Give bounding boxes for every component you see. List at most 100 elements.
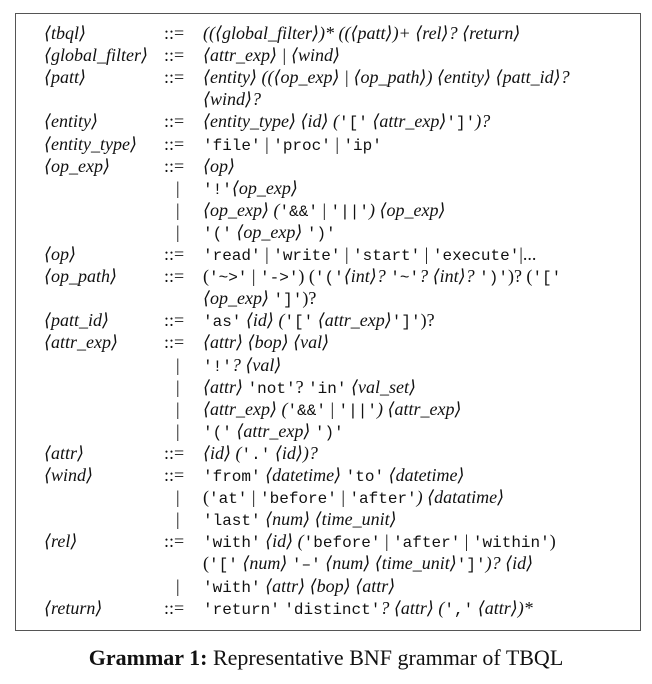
symbol: ⟨op_exp⟩ <box>231 177 298 198</box>
production-operator: | <box>176 376 180 397</box>
symbol: ? ⟨int⟩? <box>419 266 480 287</box>
terminal: ']' <box>456 556 486 575</box>
production-rhs: ⟨attr⟩ 'not'? 'in' ⟨val_set⟩ <box>203 376 416 400</box>
symbol: ⟨op_exp⟩ <box>203 288 274 309</box>
terminal: 'proc' <box>273 136 331 155</box>
symbol: ⟨id⟩ ( <box>241 310 285 331</box>
production-operator: | <box>176 487 180 508</box>
symbol: )? ( <box>507 266 533 287</box>
symbol: ⟨attr⟩ ⟨bop⟩ ⟨val⟩ <box>203 332 330 353</box>
symbol: ? ⟨attr⟩ ( <box>380 597 445 618</box>
terminal: 'within' <box>472 534 550 553</box>
symbol: ⟨attr_exp⟩ <box>367 111 447 132</box>
production-rhs: ⟨op⟩ <box>203 155 235 177</box>
symbol: ⟨id⟩ ( <box>203 442 242 463</box>
symbol: ⟨datetime⟩ <box>260 465 346 485</box>
terminal: 'from' <box>203 468 261 486</box>
symbol: ⟨attr⟩ ⟨bop⟩ ⟨attr⟩ <box>260 575 396 596</box>
symbol: ⟨attr⟩ <box>203 376 248 397</box>
production-operator: | <box>176 398 180 419</box>
nonterminal: ⟨patt⟩ <box>44 67 87 88</box>
production-operator: | <box>176 199 180 220</box>
production-rhs: ('[' ⟨num⟩ '–' ⟨num⟩ ⟨time_unit⟩']')? ⟨i… <box>203 552 533 576</box>
caption: Grammar 1: Representative BNF grammar of… <box>0 643 652 673</box>
symbol: ⟨id⟩ ( <box>260 531 304 552</box>
symbol: )? <box>475 111 491 132</box>
terminal: ')' <box>479 269 508 288</box>
terminal: '(' <box>203 224 232 243</box>
nonterminal: ⟨global_filter⟩ <box>44 45 149 66</box>
terminal: '[' <box>209 556 238 575</box>
production-rhs: '(' ⟨attr_exp⟩ ')' <box>203 420 344 444</box>
terminal: 'after' <box>393 534 461 553</box>
symbol: ) ( <box>298 266 315 287</box>
production-rhs: ⟨entity_type⟩ ⟨id⟩ ('[' ⟨attr_exp⟩']')? <box>203 110 490 134</box>
terminal: ')' <box>306 224 336 243</box>
symbol: |... <box>519 244 537 264</box>
production-rhs: 'return' 'distinct'? ⟨attr⟩ (',' ⟨attr⟩)… <box>203 597 533 621</box>
symbol: ⟨entity_type⟩ ⟨id⟩ ( <box>203 111 340 132</box>
symbol: ⟨attr_exp⟩ <box>313 310 392 331</box>
terminal: ']' <box>391 313 421 332</box>
production-rhs: 'from' ⟨datetime⟩ 'to' ⟨datetime⟩ <box>203 464 465 488</box>
production-rhs: 'as' ⟨id⟩ ('[' ⟨attr_exp⟩']')? <box>203 309 435 333</box>
symbol: | <box>325 398 339 419</box>
terminal: '(' <box>314 269 344 288</box>
production-operator: ::= <box>164 155 185 176</box>
terminal: 'start' <box>353 247 421 265</box>
nonterminal: ⟨rel⟩ <box>44 531 78 552</box>
terminal: '||' <box>338 401 377 420</box>
symbol: )? <box>420 310 435 331</box>
symbol: ⟨num⟩ <box>237 553 292 574</box>
production-operator: | <box>176 509 180 530</box>
terminal: 'distinct' <box>284 600 381 619</box>
symbol: ⟨attr_exp⟩ | ⟨wind⟩ <box>203 45 341 66</box>
symbol: ⟨op_exp⟩ <box>231 221 307 242</box>
terminal: ']' <box>273 291 303 310</box>
terminal: '(' <box>203 423 232 442</box>
production-operator: ::= <box>164 531 185 552</box>
terminal: 'write' <box>273 247 341 265</box>
production-rhs: ⟨attr_exp⟩ ('&&' | '||') ⟨attr_exp⟩ <box>203 398 461 422</box>
symbol: | <box>317 199 331 220</box>
production-operator: | <box>176 575 180 596</box>
production-rhs: ((⟨global_filter⟩)* ((⟨patt⟩)+ ⟨rel⟩? ⟨r… <box>203 22 520 44</box>
symbol: ⟨attr_exp⟩ ( <box>203 398 288 419</box>
production-operator: | <box>176 354 180 375</box>
production-rhs: ('at' | 'before' | 'after') ⟨datatime⟩ <box>203 486 504 510</box>
production-rhs: ⟨wind⟩? <box>203 88 261 110</box>
production-rhs: 'last' ⟨num⟩ ⟨time_unit⟩ <box>203 508 397 532</box>
symbol: | <box>247 487 261 508</box>
symbol: | <box>330 133 344 154</box>
nonterminal: ⟨entity⟩ <box>44 111 99 132</box>
production-operator: ::= <box>164 244 185 264</box>
production-operator: | <box>176 221 180 242</box>
terminal: 'at' <box>209 490 248 509</box>
symbol: ) <box>549 531 556 552</box>
nonterminal: ⟨op⟩ <box>44 244 77 264</box>
terminal: '~>' <box>209 269 248 288</box>
production-operator: ::= <box>164 133 185 154</box>
symbol: ⟨op_exp⟩ ( <box>203 199 280 220</box>
production-rhs: 'read' | 'write' | 'start' | 'execute'|.… <box>203 243 536 267</box>
nonterminal: ⟨return⟩ <box>44 597 103 618</box>
production-rhs: ⟨op_exp⟩ ']')? <box>203 287 316 311</box>
symbol: ⟨op⟩ <box>203 155 236 176</box>
symbol: ⟨num⟩ ⟨time_unit⟩ <box>320 553 457 574</box>
production-rhs: '!'⟨op_exp⟩ <box>203 177 298 201</box>
terminal: 'after' <box>349 490 417 509</box>
production-rhs: ('~>' | '->') ('('⟨int⟩? '~'? ⟨int⟩? ')'… <box>203 265 561 289</box>
production-rhs: '(' ⟨op_exp⟩ ')' <box>203 221 336 245</box>
terminal: '–' <box>291 556 321 575</box>
production-rhs: ⟨attr⟩ ⟨bop⟩ ⟨val⟩ <box>203 331 329 353</box>
symbol: ) ⟨attr_exp⟩ <box>376 398 462 419</box>
production-operator: ::= <box>164 23 185 43</box>
symbol: | <box>336 487 350 508</box>
terminal: ')' <box>314 423 344 442</box>
symbol: ⟨id⟩)? <box>270 442 318 463</box>
production-rhs: 'file' | 'proc' | 'ip' <box>203 133 382 157</box>
production-rhs: ⟨entity⟩ ((⟨op_exp⟩ | ⟨op_path⟩) ⟨entity… <box>203 66 570 88</box>
symbol: | <box>380 531 394 552</box>
production-operator: ::= <box>164 597 185 618</box>
production-operator: | <box>176 420 180 441</box>
